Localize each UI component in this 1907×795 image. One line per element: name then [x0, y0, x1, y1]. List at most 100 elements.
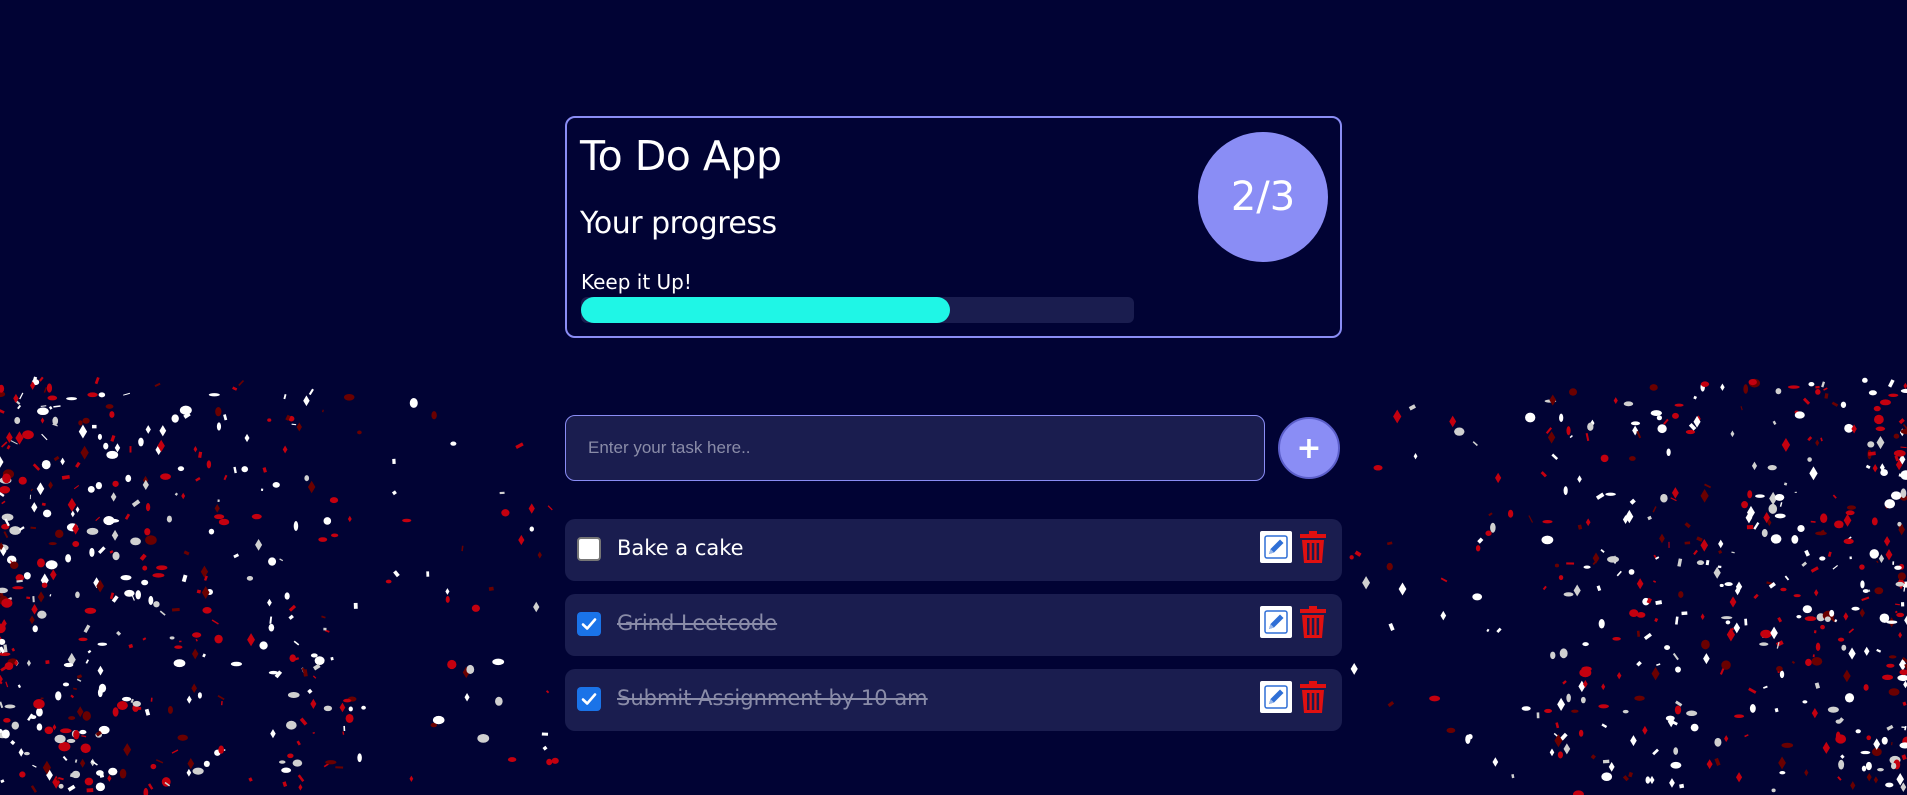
- task-checkbox[interactable]: [577, 537, 601, 561]
- confetti-piece: [323, 763, 329, 768]
- confetti-piece: [312, 663, 321, 671]
- confetti-piece: [1622, 515, 1629, 524]
- confetti-piece: [12, 586, 24, 590]
- confetti-piece: [1632, 425, 1639, 436]
- confetti-piece: [1684, 541, 1691, 545]
- confetti-piece: [1612, 555, 1618, 565]
- confetti-piece: [447, 659, 457, 670]
- confetti-piece: [1902, 736, 1907, 747]
- confetti-piece: [1835, 731, 1841, 741]
- confetti-piece: [90, 758, 95, 767]
- confetti-piece: [169, 636, 175, 640]
- confetti-piece: [45, 660, 50, 665]
- confetti-piece: [1563, 592, 1574, 597]
- confetti-piece: [0, 674, 3, 684]
- confetti-piece: [0, 485, 11, 494]
- confetti-piece: [93, 577, 100, 589]
- confetti-piece: [1566, 693, 1571, 703]
- confetti-piece: [1859, 564, 1865, 570]
- confetti-piece: [268, 557, 277, 566]
- confetti-piece: [95, 481, 103, 490]
- confetti-piece: [1587, 422, 1594, 431]
- confetti-piece: [347, 515, 352, 523]
- confetti-piece: [121, 696, 132, 702]
- delete-button[interactable]: [1296, 679, 1330, 715]
- confetti-piece: [201, 586, 210, 599]
- confetti-piece: [1651, 666, 1660, 681]
- confetti-piece: [1678, 591, 1684, 598]
- confetti-piece: [81, 735, 87, 738]
- confetti-piece: [1783, 482, 1788, 486]
- confetti-piece: [1874, 587, 1884, 595]
- task-input[interactable]: [565, 415, 1265, 481]
- confetti-piece: [1820, 437, 1823, 442]
- task-list: Bake a cake Grind Leetcode Submit Assign…: [565, 519, 1342, 744]
- confetti-piece: [37, 610, 47, 619]
- add-task-form: +: [565, 415, 1342, 481]
- confetti-piece: [181, 492, 186, 500]
- confetti-piece: [1815, 642, 1821, 652]
- confetti-piece: [218, 518, 230, 526]
- confetti-piece: [148, 595, 154, 605]
- delete-button[interactable]: [1296, 604, 1330, 640]
- edit-button[interactable]: [1260, 606, 1292, 638]
- confetti-piece: [75, 591, 80, 599]
- confetti-piece: [392, 458, 396, 465]
- task-checkbox[interactable]: [577, 687, 601, 711]
- confetti-piece: [1897, 576, 1905, 590]
- confetti-piece: [1894, 565, 1902, 570]
- confetti-piece: [1867, 441, 1875, 448]
- confetti-piece: [1671, 487, 1679, 499]
- confetti-piece: [432, 715, 445, 725]
- confetti-piece: [6, 431, 13, 444]
- edit-button[interactable]: [1260, 531, 1292, 563]
- confetti-piece: [69, 773, 76, 778]
- confetti-piece: [1726, 627, 1736, 642]
- confetti-piece: [1796, 614, 1802, 619]
- confetti-piece: [1440, 610, 1447, 621]
- edit-button[interactable]: [1260, 681, 1292, 713]
- confetti-piece: [130, 698, 134, 704]
- confetti-piece: [1630, 735, 1637, 747]
- confetti-piece: [1645, 776, 1651, 784]
- confetti-piece: [1718, 539, 1724, 549]
- confetti-piece: [1755, 494, 1765, 498]
- confetti-piece: [95, 782, 106, 792]
- confetti-piece: [19, 392, 24, 400]
- confetti-piece: [31, 603, 38, 615]
- confetti-piece: [60, 728, 72, 734]
- confetti-piece: [1821, 381, 1826, 388]
- confetti-piece: [218, 748, 226, 751]
- confetti-piece: [1560, 732, 1568, 741]
- confetti-piece: [1596, 585, 1602, 592]
- confetti-piece: [145, 425, 151, 434]
- confetti-piece: [1768, 503, 1778, 514]
- confetti-piece: [1731, 627, 1735, 631]
- confetti-piece: [18, 526, 25, 531]
- confetti-piece: [409, 398, 418, 408]
- confetti-piece: [145, 502, 151, 512]
- confetti-piece: [1559, 648, 1568, 659]
- confetti-piece: [60, 457, 65, 466]
- confetti-piece: [1776, 641, 1780, 649]
- confetti-piece: [1802, 605, 1813, 614]
- task-checkbox[interactable]: [577, 612, 601, 636]
- confetti-piece: [1349, 555, 1354, 560]
- confetti-piece: [78, 637, 88, 642]
- confetti-piece: [0, 677, 3, 685]
- confetti-piece: [1885, 782, 1894, 788]
- confetti-piece: [1766, 581, 1774, 586]
- add-task-button[interactable]: +: [1278, 417, 1340, 479]
- confetti-piece: [45, 560, 58, 570]
- confetti-piece: [1475, 545, 1481, 552]
- confetti-piece: [1871, 517, 1878, 526]
- confetti-piece: [1894, 610, 1898, 614]
- confetti-piece: [501, 509, 510, 517]
- trash-icon: [1300, 681, 1326, 713]
- confetti-piece: [345, 713, 354, 723]
- confetti-piece: [1550, 651, 1556, 660]
- delete-button[interactable]: [1296, 529, 1330, 565]
- confetti-piece: [217, 695, 225, 701]
- confetti-piece: [1804, 769, 1809, 777]
- confetti-piece: [89, 547, 95, 557]
